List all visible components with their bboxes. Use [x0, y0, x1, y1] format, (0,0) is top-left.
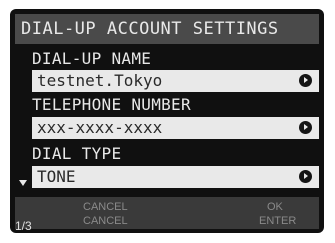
bottom-button-bar: CANCEL CANCEL OK ENTER — [15, 197, 319, 229]
dial-up-name-label: DIAL-UP NAME — [32, 49, 152, 68]
dial-type-field[interactable]: TONE — [32, 166, 319, 188]
telephone-number-field[interactable]: xxx-xxxx-xxxx — [32, 117, 319, 139]
scroll-down-triangle-icon — [19, 180, 27, 186]
cancel-key-hint: CANCEL — [83, 215, 128, 227]
ok-button-label[interactable]: OK — [267, 201, 283, 214]
page-indicator: 1/3 — [15, 219, 32, 233]
dial-type-value: TONE — [37, 167, 76, 186]
dial-type-label: DIAL TYPE — [32, 144, 122, 163]
dial-up-name-field[interactable]: testnet.Tokyo — [32, 70, 319, 92]
enter-key-hint: ENTER — [259, 215, 297, 227]
right-arrow-circle-icon[interactable] — [299, 74, 312, 87]
right-arrow-circle-icon[interactable] — [299, 121, 312, 134]
right-arrow-circle-icon[interactable] — [299, 170, 312, 183]
camera-frame: DIAL-UP ACCOUNT SETTINGS DIAL-UP NAME te… — [0, 0, 335, 243]
lcd-screen: DIAL-UP ACCOUNT SETTINGS DIAL-UP NAME te… — [10, 9, 324, 233]
telephone-number-label: TELEPHONE NUMBER — [32, 95, 191, 114]
cancel-button-label[interactable]: CANCEL — [83, 201, 128, 214]
dial-up-name-value: testnet.Tokyo — [37, 71, 163, 90]
telephone-number-value: xxx-xxxx-xxxx — [37, 118, 163, 137]
screen-title: DIAL-UP ACCOUNT SETTINGS — [15, 14, 319, 44]
